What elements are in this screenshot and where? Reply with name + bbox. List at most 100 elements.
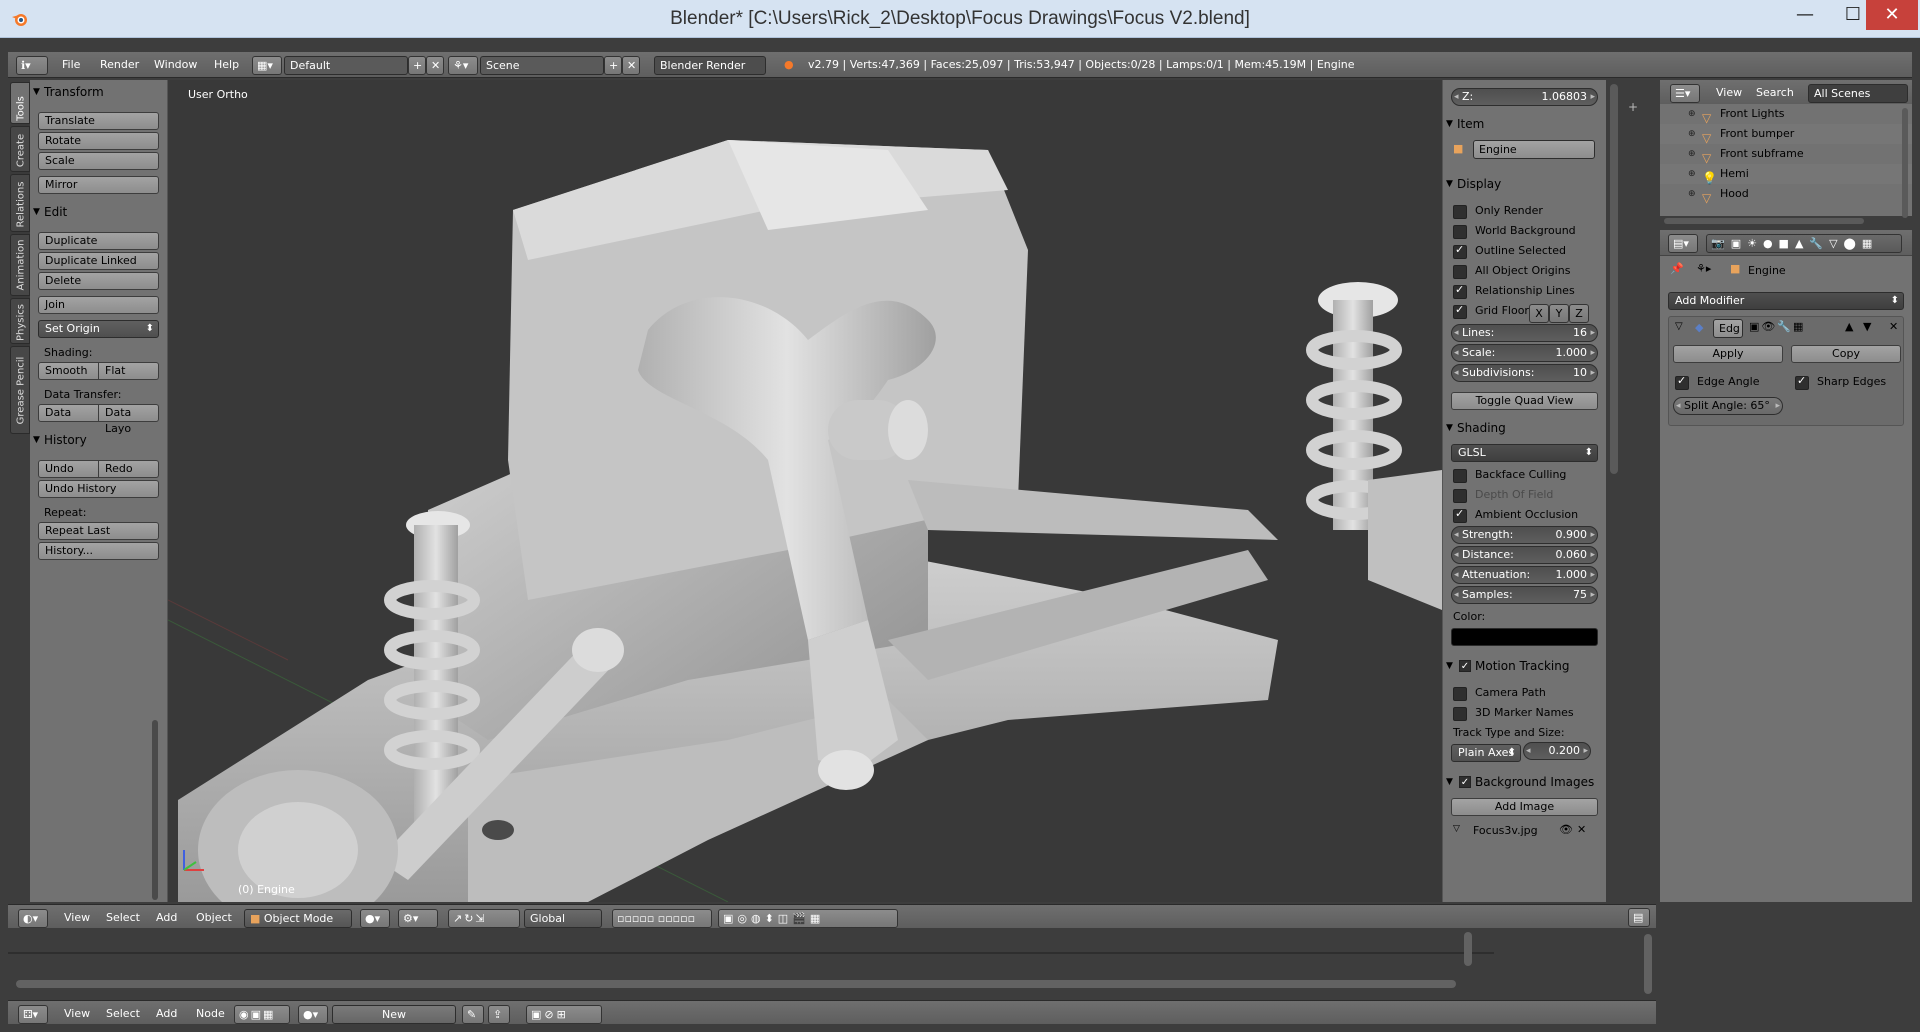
menu-file[interactable]: File — [62, 58, 80, 71]
world-background-checkbox[interactable]: World Background — [1453, 222, 1606, 240]
tab-animation[interactable]: Animation — [10, 234, 30, 296]
new-material-button[interactable]: New — [332, 1005, 456, 1024]
tool-shelf-scrollbar[interactable] — [152, 720, 158, 900]
repeat-last-button[interactable]: Repeat Last — [38, 522, 159, 540]
duplicate-button[interactable]: Duplicate — [38, 232, 159, 250]
background-images-toggle[interactable]: ✓ — [1459, 776, 1471, 788]
scene-field[interactable]: Scene — [480, 56, 604, 75]
move-up-icon[interactable]: ▲ — [1845, 320, 1853, 333]
toggle-quad-view-button[interactable]: Toggle Quad View — [1451, 392, 1598, 410]
grid-scale-field[interactable]: Scale:1.000 — [1451, 344, 1598, 362]
rotate-button[interactable]: Rotate — [38, 132, 159, 150]
layout-remove-icon[interactable]: ✕ — [426, 56, 444, 75]
area-split-plus-icon[interactable]: + — [1628, 100, 1638, 114]
panel-item-header[interactable]: Item — [1443, 114, 1606, 134]
right-area-scrollbar[interactable] — [1644, 934, 1652, 994]
grid-floor-checkbox[interactable]: Grid Floor — [1453, 301, 1533, 320]
grid-subdivisions-field[interactable]: Subdivisions:10 — [1451, 364, 1598, 382]
panel-edit-header[interactable]: Edit — [30, 202, 167, 222]
grid-z-toggle[interactable]: Z — [1569, 304, 1589, 323]
modifier-collapse-icon[interactable]: ▽ — [1675, 321, 1683, 332]
menu-window[interactable]: Window — [154, 58, 197, 71]
duplicate-linked-button[interactable]: Duplicate Linked — [38, 252, 159, 270]
add-modifier-select[interactable]: Add Modifier — [1668, 292, 1904, 310]
mirror-button[interactable]: Mirror — [38, 176, 159, 194]
add-menu[interactable]: Add — [156, 911, 177, 924]
scene-remove-icon[interactable]: ✕ — [622, 56, 640, 75]
ao-distance-field[interactable]: Distance:0.060 — [1451, 546, 1598, 564]
node-select-menu[interactable]: Select — [106, 1007, 140, 1020]
tab-grease-pencil[interactable]: Grease Pencil — [10, 346, 30, 434]
redo-button[interactable]: Redo — [99, 460, 159, 478]
motion-tracking-toggle[interactable]: ✓ — [1459, 660, 1471, 672]
scale-button[interactable]: Scale — [38, 152, 159, 170]
node-group-icon[interactable]: ⇪ — [488, 1005, 510, 1024]
tab-relations[interactable]: Relations — [10, 174, 30, 232]
track-type-select[interactable]: Plain Axes — [1451, 744, 1521, 762]
outliner-display-mode-select[interactable]: All Scenes — [1808, 84, 1908, 103]
n-panel-scrollbar[interactable] — [1610, 84, 1618, 474]
tab-create[interactable]: Create — [10, 126, 30, 172]
layout-icon[interactable]: ▦▾ — [252, 56, 282, 75]
sharp-edges-checkbox[interactable]: Sharp Edges — [1795, 372, 1886, 391]
ao-color-swatch[interactable] — [1451, 628, 1598, 646]
menu-help[interactable]: Help — [214, 58, 239, 71]
outliner-item[interactable]: ⊕ 💡 Hemi — [1660, 164, 1912, 185]
3d-marker-names-checkbox[interactable]: 3D Marker Names — [1453, 704, 1606, 722]
grid-lines-field[interactable]: Lines:16 — [1451, 324, 1598, 342]
flat-button[interactable]: Flat — [99, 362, 159, 380]
node-menu[interactable]: Node — [196, 1007, 225, 1020]
join-button[interactable]: Join — [38, 296, 159, 314]
undo-history-button[interactable]: Undo History — [38, 480, 159, 498]
properties-editor-icon[interactable]: ▤▾ — [1668, 234, 1698, 253]
modifier-name-field[interactable]: Edg — [1713, 319, 1743, 338]
3d-viewport[interactable]: User Ortho (0) Engine — [168, 80, 1442, 902]
layout-add-icon[interactable]: + — [408, 56, 426, 75]
outliner-item[interactable]: ⊕ ▽ Front bumper — [1660, 124, 1912, 145]
modifier-display-toggles[interactable]: ▣👁🔧▦ — [1749, 320, 1805, 333]
eye-icon[interactable]: 👁 — [1559, 823, 1573, 836]
render-engine-select[interactable]: Blender Render — [654, 56, 766, 75]
editor-switch-icon[interactable]: ▤ — [1628, 908, 1650, 927]
move-down-icon[interactable]: ▼ — [1863, 320, 1871, 333]
orientation-select[interactable]: Global — [524, 909, 602, 928]
scene-icon[interactable]: ⚘▾ — [448, 56, 478, 75]
ao-samples-field[interactable]: Samples:75 — [1451, 586, 1598, 604]
panel-background-images-header[interactable]: ✓ Background Images — [1443, 772, 1606, 792]
ao-attenuation-field[interactable]: Attenuation:1.000 — [1451, 566, 1598, 584]
timeline-area[interactable] — [8, 928, 1656, 1000]
relationship-lines-checkbox[interactable]: Relationship Lines — [1453, 281, 1606, 300]
edge-angle-checkbox[interactable]: Edge Angle — [1675, 372, 1759, 391]
outliner-item[interactable]: ⊕ ▽ Front Lights — [1660, 104, 1912, 125]
smooth-button[interactable]: Smooth — [38, 362, 99, 380]
editor-type-info-icon[interactable]: ℹ▾ — [16, 56, 48, 75]
delete-button[interactable]: Delete — [38, 272, 159, 290]
tab-tools[interactable]: Tools — [10, 82, 30, 124]
history-button[interactable]: History... — [38, 542, 159, 560]
outliner-scrollbar[interactable] — [1902, 108, 1908, 218]
panel-history-header[interactable]: History — [30, 430, 167, 450]
object-menu[interactable]: Object — [196, 911, 232, 924]
properties-context-tabs[interactable]: 📷▣☀●■▲🔧▽⬤▦ — [1706, 234, 1902, 253]
node-snap-icons[interactable]: ▣⊘⊞ — [526, 1005, 602, 1024]
outliner-item[interactable]: ⊕ ▽ Front subframe — [1660, 144, 1912, 165]
apply-button[interactable]: Apply — [1673, 345, 1783, 363]
viewport-shading-icon[interactable]: ●▾ — [360, 909, 390, 928]
minimize-button[interactable]: — — [1782, 0, 1828, 30]
material-slot-icon[interactable]: ●▾ — [298, 1005, 328, 1024]
outline-selected-checkbox[interactable]: Outline Selected — [1453, 241, 1606, 260]
only-render-checkbox[interactable]: Only Render — [1453, 202, 1606, 220]
undo-button[interactable]: Undo — [38, 460, 99, 478]
grid-y-toggle[interactable]: Y — [1549, 304, 1569, 323]
track-size-field[interactable]: 0.200 — [1523, 742, 1591, 760]
outliner-hscrollbar[interactable] — [1664, 218, 1864, 224]
manipulator-icons[interactable]: ↗↻⇲ — [448, 909, 520, 928]
tab-physics[interactable]: Physics — [10, 298, 30, 344]
location-z-field[interactable]: Z:1.06803 — [1451, 88, 1598, 106]
panel-display-header[interactable]: Display — [1443, 174, 1606, 194]
panel-transform-header[interactable]: Transform — [30, 82, 167, 102]
menu-render[interactable]: Render — [100, 58, 139, 71]
timeline-hscrollbar[interactable] — [16, 980, 1456, 988]
panel-shading-header[interactable]: Shading — [1443, 418, 1606, 438]
translate-button[interactable]: Translate — [38, 112, 159, 130]
